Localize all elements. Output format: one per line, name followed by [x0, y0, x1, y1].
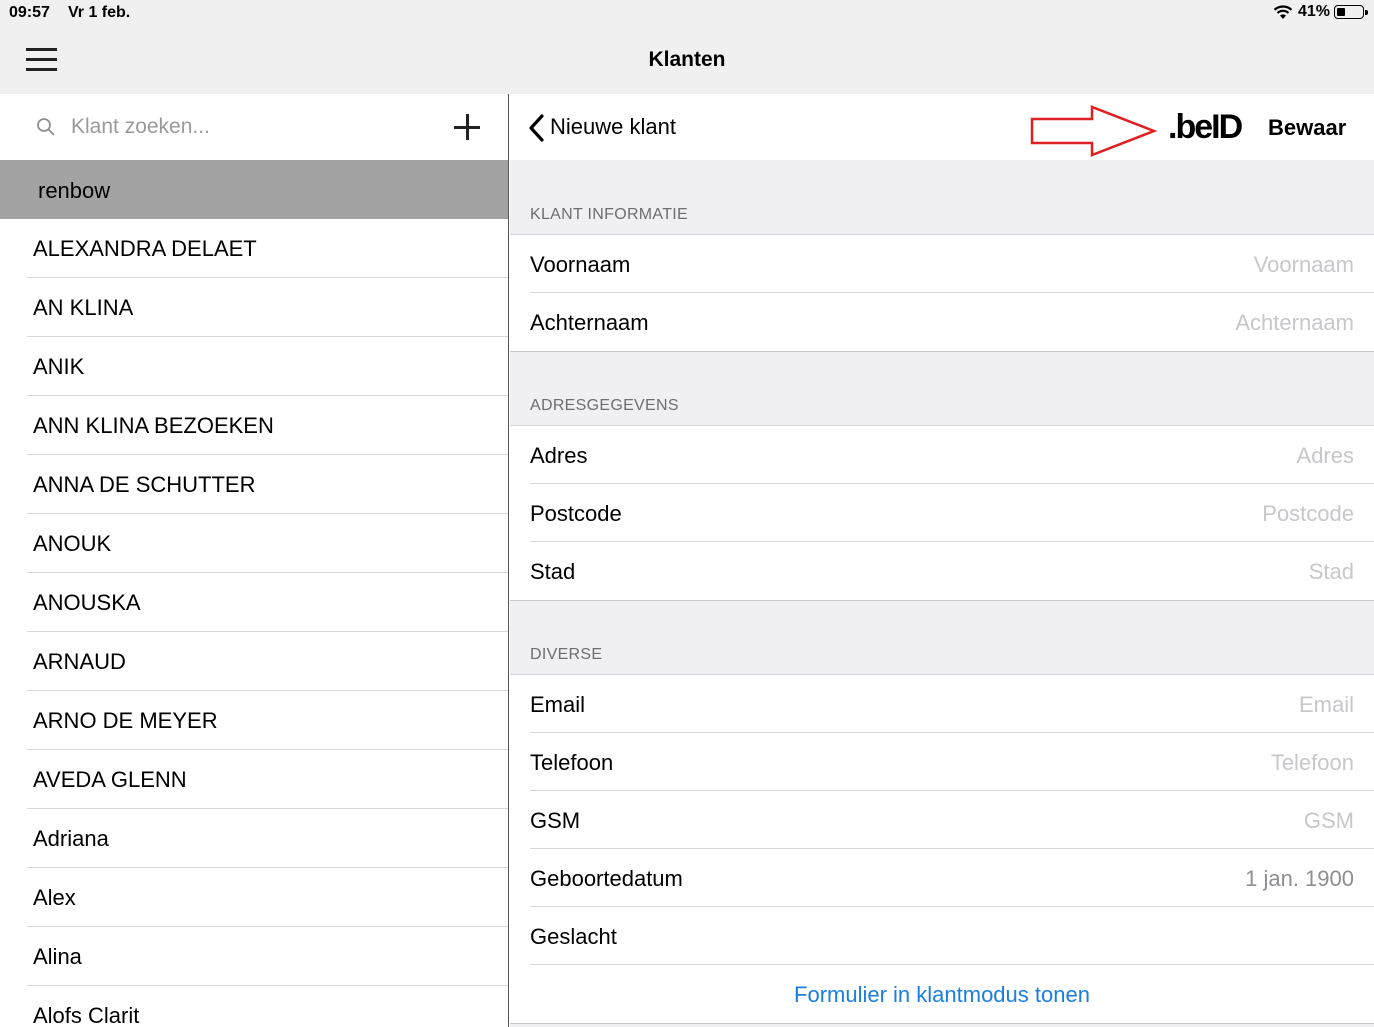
customer-list-pane: renbow ALEXANDRA DELAET AN KLINA ANIK ANN K…	[0, 94, 509, 1027]
customer-list-item[interactable]: Adriana	[0, 809, 508, 868]
back-button[interactable]: Nieuwe klant	[550, 114, 676, 140]
field-row-adres[interactable]: Adres Adres	[510, 426, 1374, 484]
chevron-left-icon[interactable]	[527, 113, 545, 143]
status-date: Vr 1 feb.	[68, 4, 131, 21]
field-label-geslacht: Geslacht	[530, 924, 617, 949]
field-input-voornaam[interactable]: Voornaam	[1254, 252, 1354, 278]
customer-name: Alina	[33, 944, 82, 969]
wifi-icon	[1273, 5, 1293, 19]
customer-list: ALEXANDRA DELAET AN KLINA ANIK ANN KLINA BE…	[0, 219, 508, 1027]
customer-list-item[interactable]: ANIK	[0, 337, 508, 396]
customer-name: ANNA DE SCHUTTER	[33, 472, 256, 497]
red-arrow-annotation	[1030, 105, 1158, 157]
field-row-geboortedatum[interactable]: Geboortedatum 1 jan. 1900	[510, 849, 1374, 907]
field-input-postcode[interactable]: Postcode	[1262, 501, 1354, 527]
customer-list-item[interactable]: Alina	[0, 927, 508, 986]
field-label-geboortedatum: Geboortedatum	[530, 866, 683, 891]
beid-button[interactable]: .beID	[1168, 108, 1243, 147]
field-label-telefoon: Telefoon	[530, 750, 614, 775]
field-row-postcode[interactable]: Postcode Postcode	[510, 484, 1374, 542]
group-klant-informatie: Voornaam Voornaam Achternaam Achternaam	[510, 234, 1374, 352]
customer-name: ANN KLINA BEZOEKEN	[33, 413, 274, 438]
field-input-achternaam[interactable]: Achternaam	[1235, 310, 1354, 336]
field-row-gsm[interactable]: GSM GSM	[510, 791, 1374, 849]
customer-name: AN KLINA	[33, 295, 134, 320]
customer-form-pane: Nieuwe klant .beID Bewaar KLANT INFORMAT…	[510, 94, 1374, 1027]
field-input-telefoon[interactable]: Telefoon	[1271, 750, 1354, 776]
customer-list-item[interactable]: ANOUK	[0, 514, 508, 573]
customer-mode-link-row: Formulier in klantmodus tonen	[510, 965, 1374, 1023]
customer-name: Alex	[33, 885, 76, 910]
field-input-stad[interactable]: Stad	[1309, 559, 1354, 585]
customer-name: ANOUSKA	[33, 590, 141, 615]
field-label-stad: Stad	[530, 559, 576, 584]
field-input-gsm[interactable]: GSM	[1304, 808, 1354, 834]
form-header: Nieuwe klant .beID Bewaar	[510, 94, 1374, 160]
group-adresgegevens: Adres Adres Postcode Postcode Stad Stad	[510, 425, 1374, 601]
field-row-email[interactable]: Email Email	[510, 675, 1374, 733]
field-row-achternaam[interactable]: Achternaam Achternaam	[510, 293, 1374, 351]
field-label-postcode: Postcode	[530, 501, 622, 526]
search-bar	[0, 94, 508, 160]
customer-list-item[interactable]: Alofs Clarit	[0, 986, 508, 1027]
customer-list-item[interactable]: ARNAUD	[0, 632, 508, 691]
search-icon	[37, 118, 55, 136]
field-row-telefoon[interactable]: Telefoon Telefoon	[510, 733, 1374, 791]
customer-list-item[interactable]: ARNO DE MEYER	[0, 691, 508, 750]
battery-percentage: 41%	[1297, 3, 1330, 20]
field-label-voornaam: Voornaam	[530, 252, 631, 277]
customer-name: Alofs Clarit	[33, 1003, 140, 1027]
add-customer-button[interactable]	[452, 112, 482, 142]
section-header-diverse: DIVERSE	[530, 646, 603, 663]
field-input-email[interactable]: Email	[1299, 692, 1354, 718]
customer-list-item[interactable]: ALEXANDRA DELAET	[0, 219, 508, 278]
customer-list-item[interactable]: ANN KLINA BEZOEKEN	[0, 396, 508, 455]
customer-name: ALEXANDRA DELAET	[33, 236, 257, 261]
field-label-adres: Adres	[530, 443, 588, 468]
status-time: 09:57	[9, 4, 50, 21]
customer-name: ANOUK	[33, 531, 112, 556]
section-header-adresgegevens: ADRESGEGEVENS	[530, 397, 679, 414]
selected-customer-label: renbow	[38, 178, 111, 203]
customer-mode-link[interactable]: Formulier in klantmodus tonen	[510, 982, 1374, 1008]
field-label-email: Email	[530, 692, 586, 717]
customer-name: ANIK	[33, 354, 85, 379]
field-row-stad[interactable]: Stad Stad	[510, 542, 1374, 600]
battery-icon	[1334, 5, 1368, 19]
field-label-achternaam: Achternaam	[530, 310, 649, 335]
customer-name: AVEDA GLENN	[33, 767, 187, 792]
selected-customer-row[interactable]: renbow	[0, 160, 508, 219]
customer-name: Adriana	[33, 826, 109, 851]
page-title: Klanten	[648, 48, 726, 71]
field-input-adres[interactable]: Adres	[1297, 443, 1354, 469]
group-diverse: Email Email Telefoon Telefoon GSM GSM Geboorte…	[510, 674, 1374, 1024]
customer-list-item[interactable]: AN KLINA	[0, 278, 508, 337]
field-row-voornaam[interactable]: Voornaam Voornaam	[510, 235, 1374, 293]
field-label-gsm: GSM	[530, 808, 581, 833]
top-bar: 09:57 Vr 1 feb. 41% Klanten	[0, 0, 1374, 94]
customer-list-item[interactable]: Alex	[0, 868, 508, 927]
customer-list-item[interactable]: AVEDA GLENN	[0, 750, 508, 809]
save-button[interactable]: Bewaar	[1268, 115, 1346, 141]
customer-name: ARNO DE MEYER	[33, 708, 218, 733]
field-row-geslacht[interactable]: Geslacht	[510, 907, 1374, 965]
customer-list-item[interactable]: ANNA DE SCHUTTER	[0, 455, 508, 514]
search-input[interactable]	[71, 112, 431, 142]
field-input-geboortedatum[interactable]: 1 jan. 1900	[1245, 866, 1354, 892]
customer-name: ARNAUD	[33, 649, 126, 674]
status-indicators: 41%	[1272, 3, 1368, 21]
customer-list-item[interactable]: ANOUSKA	[0, 573, 508, 632]
section-header-klant-informatie: KLANT INFORMATIE	[530, 206, 689, 223]
